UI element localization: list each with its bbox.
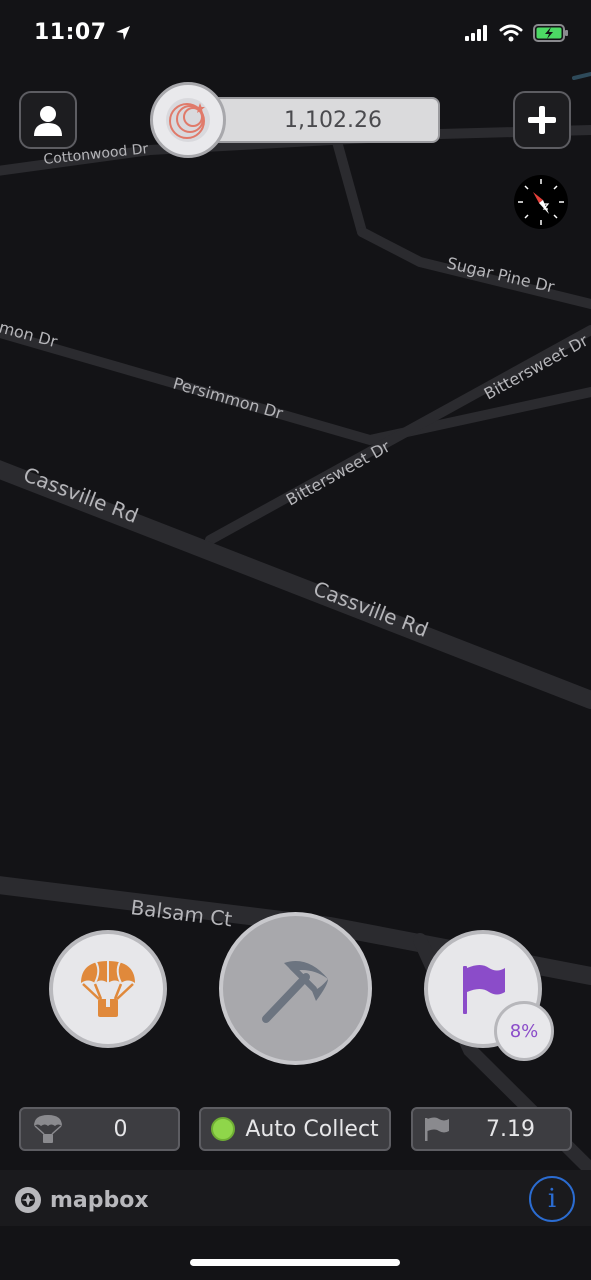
cellular-signal-icon	[465, 25, 487, 41]
street-label-balsam: Balsam Ct	[129, 895, 233, 931]
wifi-icon	[499, 24, 523, 42]
mapbox-label: mapbox	[50, 1187, 149, 1213]
info-button[interactable]: i	[529, 1176, 575, 1222]
coin-crescent-icon	[166, 98, 210, 142]
add-button[interactable]	[513, 91, 571, 149]
balance-display: 1,102.26	[200, 97, 440, 143]
profile-button[interactable]	[19, 91, 77, 149]
mapbox-logo[interactable]: mapbox	[14, 1186, 149, 1214]
street-label-sugar-pine: Sugar Pine Dr	[445, 253, 557, 296]
map-canvas[interactable]: Cottonwood Dr Sugar Pine Dr mon Dr Persi…	[0, 0, 591, 1280]
flag-percent-badge: 8%	[494, 1001, 554, 1061]
person-icon	[34, 106, 62, 136]
flag-value: 7.19	[486, 1116, 535, 1142]
street-label-cassville-2: Cassville Rd	[310, 576, 431, 642]
status-time: 11:07	[34, 20, 131, 45]
road-corner-ne	[572, 72, 591, 80]
info-icon: i	[547, 1184, 557, 1214]
airdrops-stat[interactable]: 0	[19, 1107, 180, 1151]
coin-badge	[150, 82, 226, 158]
airdrops-count: 0	[113, 1116, 128, 1142]
street-label-bittersweet: Bittersweet Dr	[283, 437, 394, 510]
parachute-crate-icon	[81, 961, 135, 1017]
parachute-small-icon	[34, 1115, 62, 1143]
mapbox-icon	[15, 1187, 41, 1213]
flag-small-icon	[425, 1117, 449, 1141]
home-indicator[interactable]	[190, 1259, 400, 1266]
battery-charging-icon	[533, 24, 568, 42]
location-arrow-icon	[115, 26, 130, 40]
status-icons	[465, 24, 569, 42]
flag-icon	[463, 965, 505, 1014]
flag-stat[interactable]: 7.19	[411, 1107, 572, 1151]
flag-percent-value: 8%	[509, 1020, 539, 1042]
airdrop-button[interactable]	[49, 930, 167, 1048]
mine-button[interactable]	[219, 912, 372, 1065]
compass-icon[interactable]	[513, 174, 569, 230]
pickaxe-icon	[261, 960, 328, 1023]
auto-collect-label: Auto Collect	[245, 1116, 379, 1142]
balance-widget[interactable]: 1,102.26	[150, 82, 440, 162]
auto-collect-status-dot	[211, 1117, 236, 1141]
plus-icon	[528, 106, 556, 134]
street-label-cassville-1: Cassville Rd	[20, 462, 141, 528]
balance-value: 1,102.26	[284, 107, 382, 133]
street-label-persimmon: Persimmon Dr	[171, 374, 286, 424]
auto-collect-toggle[interactable]: Auto Collect	[199, 1107, 391, 1151]
